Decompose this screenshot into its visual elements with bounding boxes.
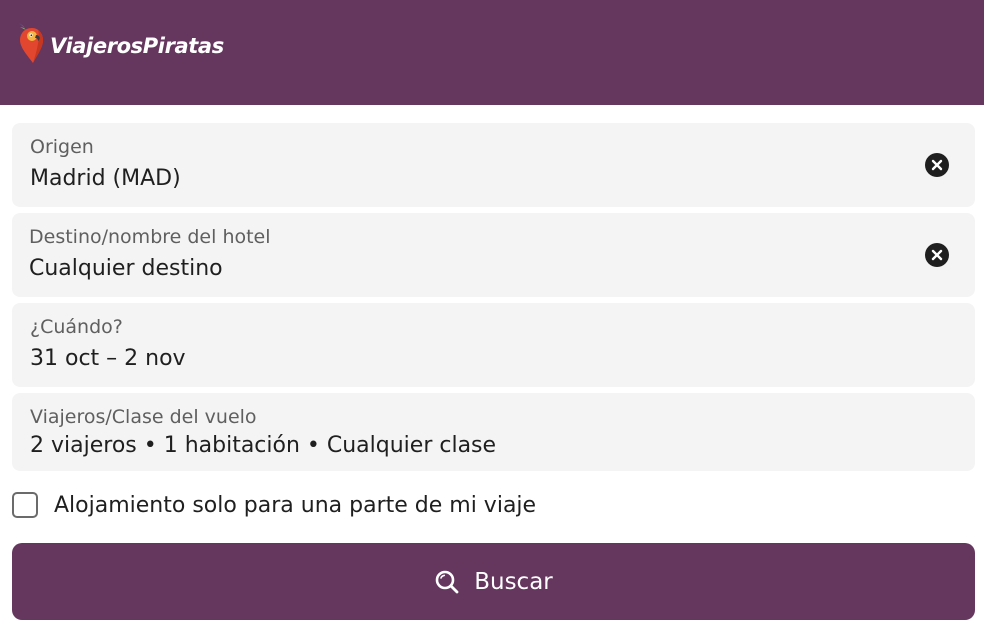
travelers-value: 2 viajeros • 1 habitación • Cualquier cl…	[30, 433, 497, 458]
dates-field[interactable]: ¿Cuándo? 31 oct – 2 nov	[12, 303, 975, 387]
search-icon	[435, 570, 459, 593]
destination-field[interactable]: Destino/nombre del hotel Cualquier desti…	[12, 213, 975, 297]
close-circle-icon	[931, 249, 943, 261]
partial-stay-option[interactable]: Alojamiento solo para una parte de mi vi…	[12, 492, 536, 518]
dates-label: ¿Cuándo?	[30, 316, 123, 338]
parrot-pin-icon	[19, 23, 43, 63]
close-circle-icon	[931, 159, 943, 171]
partial-stay-checkbox[interactable]	[12, 492, 38, 518]
travelers-label: Viajeros/Clase del vuelo	[30, 406, 257, 428]
origin-value: Madrid (MAD)	[30, 166, 181, 191]
search-button-label: Buscar	[474, 568, 553, 595]
search-button[interactable]: Buscar	[12, 543, 975, 620]
origin-field[interactable]: Origen Madrid (MAD)	[12, 123, 975, 207]
destination-clear-button[interactable]	[925, 243, 949, 267]
dates-value: 31 oct – 2 nov	[30, 346, 186, 371]
destination-label: Destino/nombre del hotel	[29, 226, 271, 248]
partial-stay-label: Alojamiento solo para una parte de mi vi…	[54, 492, 537, 518]
app-header: ViajerosPiratas	[0, 0, 984, 105]
origin-clear-button[interactable]	[925, 153, 949, 177]
origin-label: Origen	[30, 136, 94, 158]
logo[interactable]: ViajerosPiratas	[16, 22, 224, 64]
logo-text: ViajerosPiratas	[50, 34, 224, 58]
destination-value: Cualquier destino	[29, 256, 223, 281]
travelers-field[interactable]: Viajeros/Clase del vuelo 2 viajeros • 1 …	[12, 393, 975, 471]
